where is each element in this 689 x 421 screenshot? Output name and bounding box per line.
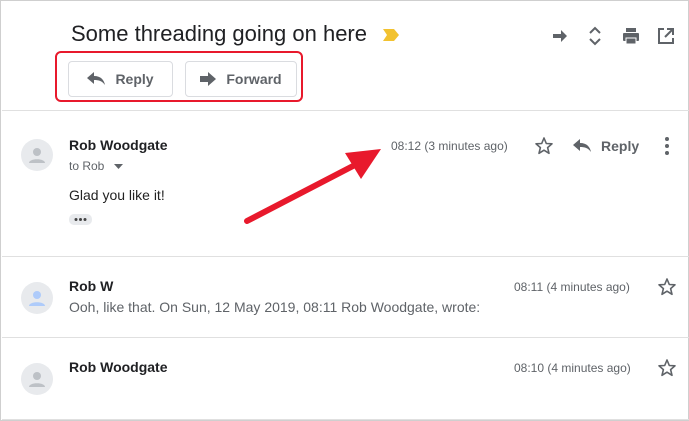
message-timestamp: 08:10 (4 minutes ago) <box>514 361 631 375</box>
person-icon <box>29 291 45 306</box>
message-reply-label: Reply <box>601 138 640 154</box>
avatar[interactable] <box>21 363 53 395</box>
more-vert-icon[interactable] <box>659 135 675 157</box>
reply-button[interactable]: Reply <box>68 61 173 97</box>
recipient-label: to Rob <box>69 159 105 173</box>
forward-button[interactable]: Forward <box>185 61 297 97</box>
more-horiz-icon <box>74 218 87 221</box>
person-icon <box>29 148 45 163</box>
important-label-icon[interactable] <box>383 29 399 41</box>
forward-icon <box>200 72 217 86</box>
message-timestamp: 08:12 (3 minutes ago) <box>391 139 508 153</box>
message-timestamp: 08:11 (4 minutes ago) <box>514 280 630 294</box>
divider <box>2 256 689 257</box>
show-trimmed-content-button[interactable] <box>69 214 92 225</box>
expand-all-icon[interactable] <box>584 25 606 47</box>
reply-icon <box>87 72 106 85</box>
reply-button-label: Reply <box>115 71 154 87</box>
avatar[interactable] <box>21 139 53 171</box>
open-in-new-window-icon[interactable] <box>655 25 677 47</box>
message-reply-button[interactable]: Reply <box>573 136 639 156</box>
message-sender[interactable]: Rob Woodgate <box>69 359 168 375</box>
message-sender[interactable]: Rob W <box>69 278 113 294</box>
move-to-icon[interactable] <box>549 25 571 47</box>
forward-button-label: Forward <box>226 71 282 87</box>
thread-subject: Some threading going on here <box>71 21 367 46</box>
divider <box>2 110 689 111</box>
email-thread-view: Some threading going on here Reply Forwa… <box>0 0 689 421</box>
person-icon <box>29 372 45 387</box>
star-icon[interactable] <box>657 358 677 378</box>
recipient-details[interactable]: to Rob <box>69 159 123 173</box>
avatar[interactable] <box>21 282 53 314</box>
chevron-down-icon <box>113 164 123 170</box>
divider <box>2 419 689 420</box>
message-sender[interactable]: Rob Woodgate <box>69 137 168 153</box>
annotation-arrow <box>244 149 381 224</box>
reply-icon <box>573 139 591 152</box>
message-snippet[interactable]: Ooh, like that. On Sun, 12 May 2019, 08:… <box>69 299 480 315</box>
print-icon[interactable] <box>620 25 642 47</box>
message-body: Glad you like it! <box>69 187 165 203</box>
divider <box>2 337 689 338</box>
star-icon[interactable] <box>534 136 554 156</box>
star-icon[interactable] <box>657 277 677 297</box>
